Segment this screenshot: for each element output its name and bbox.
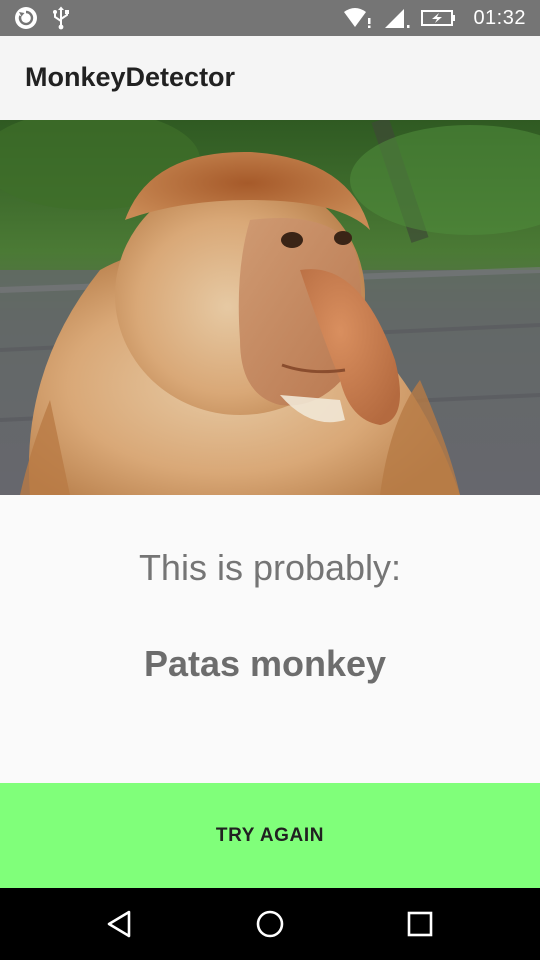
result-intro-text: This is probably: (138, 547, 402, 588)
home-icon[interactable] (252, 906, 288, 942)
try-again-button[interactable]: TRY AGAIN (0, 783, 540, 888)
app-bar: MonkeyDetector (0, 36, 540, 120)
monkey-photo (0, 120, 540, 495)
status-bar: 01:32 (0, 0, 540, 36)
back-icon[interactable] (102, 906, 138, 942)
result-area: This is probably: Patas monkey (0, 495, 540, 783)
recents-icon[interactable] (402, 906, 438, 942)
status-bar-right: 01:32 (343, 6, 526, 30)
signal-icon (383, 7, 411, 29)
sync-icon (14, 6, 38, 30)
prediction-label: Patas monkey (143, 643, 387, 684)
app-title: MonkeyDetector (25, 62, 236, 92)
status-bar-left (14, 6, 70, 30)
usb-icon (52, 6, 70, 30)
battery-charging-icon (421, 8, 457, 28)
wifi-icon (343, 7, 373, 29)
navigation-bar (0, 888, 540, 960)
status-time: 01:32 (473, 6, 526, 29)
